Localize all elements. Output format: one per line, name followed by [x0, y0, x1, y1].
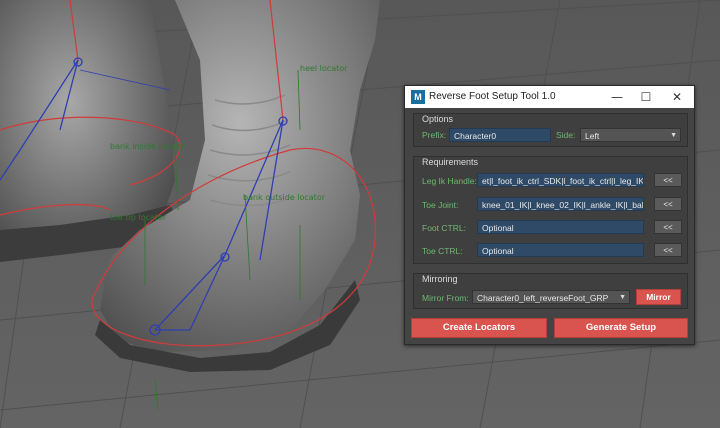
toe-joint-label: Toe Joint:: [422, 200, 459, 210]
chevron-down-icon: ▼: [670, 132, 677, 139]
prefix-input[interactable]: Character0: [449, 128, 551, 142]
mirroring-group: Mirroring Mirror From: Character0_left_r…: [413, 273, 688, 309]
foot-ctrl-load-button[interactable]: <<: [654, 220, 682, 234]
window-titlebar[interactable]: M Reverse Foot Setup Tool 1.0 — ☐ ✕: [405, 86, 694, 108]
create-locators-button[interactable]: Create Locators: [411, 318, 547, 338]
toe-ctrl-label: Toe CTRL:: [422, 246, 463, 256]
generate-setup-button[interactable]: Generate Setup: [554, 318, 688, 338]
side-select[interactable]: Left ▼: [580, 128, 681, 142]
toe-tip-locator-label: toe tip locator: [110, 213, 167, 222]
minimize-button[interactable]: —: [602, 86, 632, 108]
mirror-button[interactable]: Mirror: [636, 289, 681, 305]
toe-ctrl-field[interactable]: Optional: [477, 243, 644, 257]
options-title: Options: [422, 114, 454, 124]
foot-ctrl-field[interactable]: Optional: [477, 220, 644, 234]
leg-ik-handle-field[interactable]: et|l_foot_ik_ctrl_SDK|l_foot_ik_ctrl|l_l…: [477, 173, 644, 187]
requirements-group: Requirements Leg Ik Handle: et|l_foot_ik…: [413, 156, 688, 264]
options-group: Options Prefix: Character0 Side: Left ▼: [413, 113, 688, 147]
maya-app-icon: M: [411, 90, 425, 104]
mirror-from-value: Character0_left_reverseFoot_GRP: [477, 293, 609, 303]
mirror-from-label: Mirror From:: [422, 293, 469, 303]
requirements-title: Requirements: [422, 157, 479, 167]
side-label: Side:: [556, 130, 576, 140]
bank-inside-locator-label: bank inside locator: [110, 142, 187, 151]
leg-ik-handle-label: Leg Ik Handle:: [422, 176, 477, 186]
side-select-value: Left: [585, 131, 600, 141]
mirroring-title: Mirroring: [422, 274, 458, 284]
mirror-from-select[interactable]: Character0_left_reverseFoot_GRP ▼: [472, 290, 630, 304]
chevron-down-icon: ▼: [619, 294, 626, 301]
bank-outside-locator-label: bank outside locator: [243, 193, 325, 202]
toe-ctrl-load-button[interactable]: <<: [654, 243, 682, 257]
toe-joint-field[interactable]: knee_01_IK|l_knee_02_IK|l_ankle_IK|l_bal…: [477, 197, 644, 211]
foot-ctrl-label: Foot CTRL:: [422, 223, 466, 233]
close-button[interactable]: ✕: [662, 86, 692, 108]
prefix-label: Prefix:: [422, 130, 447, 140]
window-title: Reverse Foot Setup Tool 1.0: [429, 91, 556, 102]
reverse-foot-tool-window: M Reverse Foot Setup Tool 1.0 — ☐ ✕ Opti…: [404, 85, 695, 345]
toe-joint-load-button[interactable]: <<: [654, 197, 682, 211]
leg-ik-handle-load-button[interactable]: <<: [654, 173, 682, 187]
heel-locator-label: heel locator: [300, 64, 348, 73]
maximize-button[interactable]: ☐: [631, 86, 661, 108]
